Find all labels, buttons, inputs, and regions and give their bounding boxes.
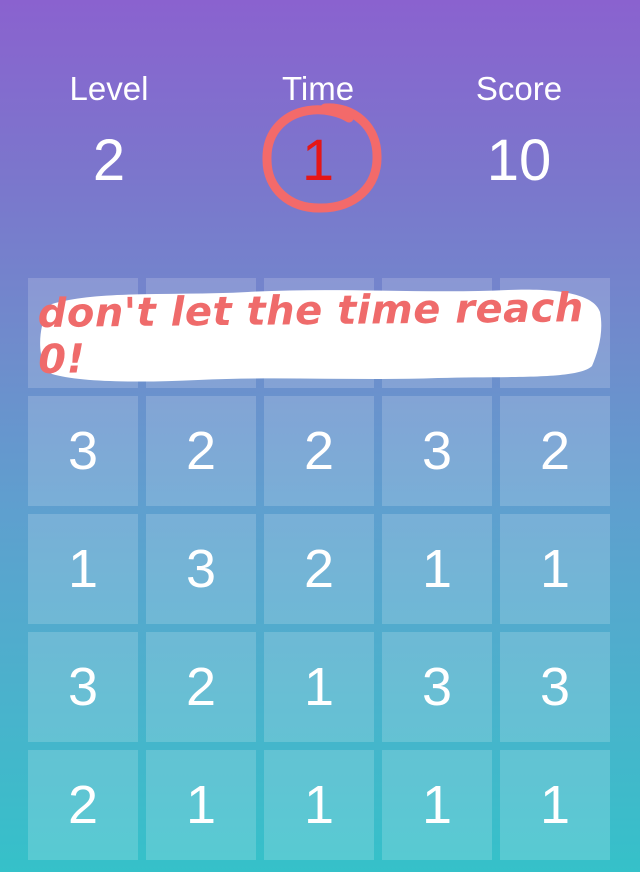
grid-cell[interactable]: 3 [500, 632, 610, 742]
score-value: 10 [486, 128, 552, 193]
tip-banner: don't let the time reach 0! [38, 282, 604, 386]
grid-cell[interactable]: 1 [382, 750, 492, 860]
grid-cell[interactable]: 1 [28, 514, 138, 624]
grid-cell[interactable]: 2 [146, 396, 256, 506]
grid-cell[interactable]: 2 [28, 750, 138, 860]
grid-cell[interactable]: 2 [500, 396, 610, 506]
grid-cell[interactable]: 2 [264, 514, 374, 624]
grid-cell[interactable]: 2 [264, 396, 374, 506]
level-label: Level [69, 70, 149, 107]
grid-cell[interactable]: 1 [146, 750, 256, 860]
grid-cell[interactable]: 1 [382, 514, 492, 624]
grid-cell[interactable]: 3 [382, 396, 492, 506]
grid-cell[interactable]: 1 [264, 750, 374, 860]
grid-cell[interactable]: 3 [28, 396, 138, 506]
level-stat: Level 2 [29, 70, 189, 196]
grid-cell[interactable]: 3 [146, 514, 256, 624]
tip-text: don't let the time reach 0! [37, 285, 585, 383]
grid-cell[interactable]: 1 [500, 514, 610, 624]
grid-cell[interactable]: 2 [146, 632, 256, 742]
score-stat: Score 10 [439, 70, 599, 196]
time-stat: Time 1 [238, 70, 398, 196]
grid-cell[interactable]: 3 [382, 632, 492, 742]
time-value: 1 [301, 128, 335, 193]
grid-cell[interactable]: 1 [500, 750, 610, 860]
level-value: 2 [92, 128, 126, 193]
grid-cell[interactable]: 1 [264, 632, 374, 742]
grid-cell[interactable]: 3 [28, 632, 138, 742]
score-label: Score [475, 70, 563, 107]
time-label: Time [281, 70, 355, 107]
